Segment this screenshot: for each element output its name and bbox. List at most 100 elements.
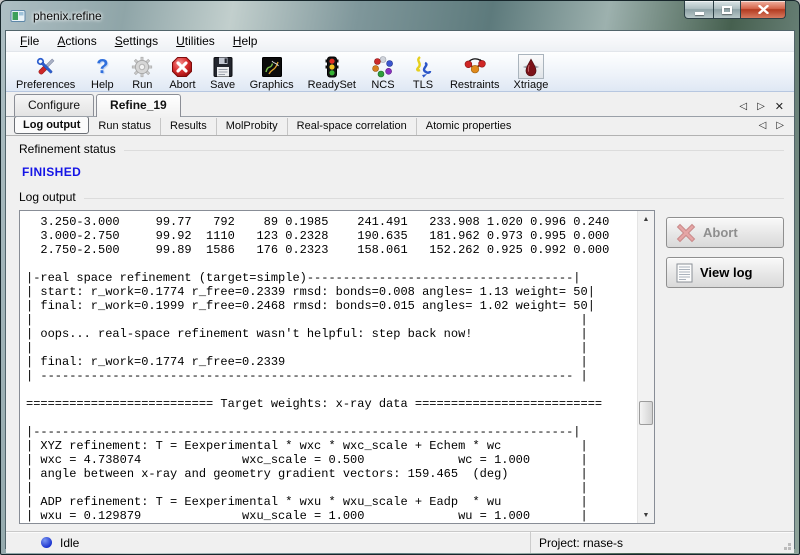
log-line: |---------------------------------------… xyxy=(26,425,637,439)
log-line: ========================== Target weight… xyxy=(26,397,637,411)
scrollbar-thumb[interactable] xyxy=(639,401,653,425)
idle-status-dot-icon xyxy=(41,537,52,548)
restraints-atoms-icon xyxy=(462,54,488,79)
app-frame: File Actions Settings Utilities Help xyxy=(5,30,795,549)
log-line: | ADP refinement: T = Eexperimental * wx… xyxy=(26,495,637,509)
maximize-button[interactable] xyxy=(713,1,741,19)
log-line: | | xyxy=(26,341,637,355)
toolbar-readyset[interactable]: ReadySet xyxy=(301,53,363,91)
menu-utilities[interactable]: Utilities xyxy=(167,32,224,51)
traffic-light-icon xyxy=(319,54,345,79)
log-line: | final: r_work=0.1774 r_free=0.2339 | xyxy=(26,355,637,369)
log-output-panel: Refinement status FINISHED Log output 3.… xyxy=(6,136,794,531)
toolbar-xtriage[interactable]: Xtriage xyxy=(506,53,555,91)
vertical-scrollbar[interactable]: ▲ ▼ xyxy=(637,211,654,523)
toolbar-ncs[interactable]: NCS xyxy=(363,53,403,91)
menu-bar: File Actions Settings Utilities Help xyxy=(6,31,794,52)
subtab-results[interactable]: Results xyxy=(160,118,216,135)
floppy-disk-icon xyxy=(210,54,236,79)
log-line: | oops... real-space refinement wasn't h… xyxy=(26,327,637,341)
side-button-column: Abort View log xyxy=(666,210,784,524)
log-line: | | xyxy=(26,481,637,495)
toolbar-label: Abort xyxy=(169,79,195,91)
status-state-label: Idle xyxy=(60,536,79,550)
toolbar-label: ReadySet xyxy=(308,79,356,91)
question-mark-icon: ? xyxy=(89,54,115,79)
minimize-button[interactable] xyxy=(684,1,713,19)
scroll-down-icon[interactable]: ▼ xyxy=(638,507,654,523)
project-label: Project: rnase-s xyxy=(539,536,623,550)
subtab-run-status[interactable]: Run status xyxy=(89,118,160,135)
toolbar-save[interactable]: Save xyxy=(203,53,243,91)
tab-configure[interactable]: Configure xyxy=(14,94,94,116)
log-line: | XYZ refinement: T = Eexperimental * wx… xyxy=(26,439,637,453)
menu-actions[interactable]: Actions xyxy=(48,32,105,51)
log-line: | angle between x-ray and geometry gradi… xyxy=(26,467,637,481)
tools-icon xyxy=(33,54,59,79)
toolbar-preferences[interactable]: Preferences xyxy=(9,53,82,91)
toolbar-abort[interactable]: Abort xyxy=(162,53,202,91)
tls-ribbons-icon xyxy=(410,54,436,79)
log-line: | --------------------------------------… xyxy=(26,369,637,383)
xtriage-drop-icon xyxy=(518,54,544,79)
group-divider xyxy=(124,150,784,151)
log-output-group: Log output xyxy=(19,190,784,204)
window-title: phenix.refine xyxy=(33,9,102,23)
tab-refine-19[interactable]: Refine_19 xyxy=(96,94,181,117)
close-button[interactable] xyxy=(741,1,786,19)
toolbar-graphics[interactable]: Graphics xyxy=(243,53,301,91)
subtab-scroll-right-icon[interactable]: ▷ xyxy=(776,121,784,131)
log-line: |-real space refinement (target=simple)-… xyxy=(26,271,637,285)
graphics-viewer-icon xyxy=(259,54,285,79)
toolbar-help[interactable]: ? Help xyxy=(82,53,122,91)
toolbar-tls[interactable]: TLS xyxy=(403,53,443,91)
maximize-icon xyxy=(722,6,732,14)
document-icon xyxy=(676,263,693,283)
tab-scroll-left-icon[interactable]: ◁ xyxy=(739,102,747,112)
log-line xyxy=(26,257,637,271)
title-bar[interactable]: phenix.refine xyxy=(1,1,799,30)
abort-button-label: Abort xyxy=(703,225,738,240)
menu-settings[interactable]: Settings xyxy=(106,32,167,51)
toolbar-restraints[interactable]: Restraints xyxy=(443,53,507,91)
toolbar-label: Help xyxy=(91,79,114,91)
sub-tab-row-controls: ◁ ▷ xyxy=(759,121,794,135)
log-text-area[interactable]: 3.250-3.000 99.77 792 89 0.1985 241.491 … xyxy=(19,210,655,524)
notebook: Configure Refine_19 ◁ ▷ ✕ Log output Run… xyxy=(6,92,794,531)
main-tab-row: Configure Refine_19 ◁ ▷ ✕ xyxy=(6,95,794,117)
resize-grip[interactable] xyxy=(788,547,791,550)
log-text: 3.250-3.000 99.77 792 89 0.1985 241.491 … xyxy=(20,211,637,523)
view-log-button-label: View log xyxy=(700,265,753,280)
main-tab-row-controls: ◁ ▷ ✕ xyxy=(739,102,794,116)
scroll-up-icon[interactable]: ▲ xyxy=(638,211,654,227)
subtab-log-output[interactable]: Log output xyxy=(14,116,89,134)
toolbar-label: TLS xyxy=(413,79,433,91)
menu-help[interactable]: Help xyxy=(224,32,267,51)
toolbar: Preferences ? Help xyxy=(6,52,794,92)
toolbar-run[interactable]: Run xyxy=(122,53,162,91)
log-line xyxy=(26,383,637,397)
subtab-molprobity[interactable]: MolProbity xyxy=(216,118,287,135)
gear-icon xyxy=(129,54,155,79)
phenix-refine-window: phenix.refine File Actions Settings Util… xyxy=(0,0,800,555)
refinement-status-group: Refinement status xyxy=(19,142,784,156)
log-line: | start: r_work=0.1774 r_free=0.2339 rms… xyxy=(26,285,637,299)
toolbar-label: NCS xyxy=(371,79,394,91)
stop-x-icon xyxy=(169,54,195,79)
status-bar: Idle Project: rnase-s xyxy=(6,531,794,553)
toolbar-label: Save xyxy=(210,79,235,91)
log-line: 3.000-2.750 99.92 1110 123 0.2328 190.63… xyxy=(26,229,637,243)
app-icon xyxy=(10,8,26,24)
subtab-atomic-properties[interactable]: Atomic properties xyxy=(416,118,521,135)
subtab-scroll-left-icon[interactable]: ◁ xyxy=(759,121,767,131)
log-line: | final: r_work=0.1999 r_free=0.2468 rms… xyxy=(26,299,637,313)
tab-close-icon[interactable]: ✕ xyxy=(775,102,784,112)
tab-scroll-right-icon[interactable]: ▷ xyxy=(757,102,765,112)
view-log-button[interactable]: View log xyxy=(666,257,784,288)
toolbar-label: Run xyxy=(132,79,152,91)
status-section-project: Project: rnase-s xyxy=(530,532,794,553)
status-section-state: Idle xyxy=(6,532,530,553)
subtab-real-space-correlation[interactable]: Real-space correlation xyxy=(287,118,416,135)
menu-file[interactable]: File xyxy=(11,32,48,51)
abort-button[interactable]: Abort xyxy=(666,217,784,248)
